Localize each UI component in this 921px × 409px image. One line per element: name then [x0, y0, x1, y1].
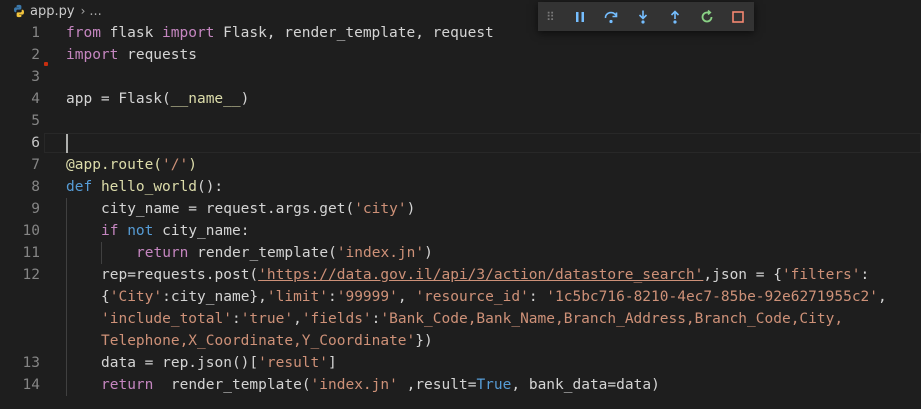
- code-line-8: def hello_world():: [66, 179, 224, 195]
- code-line-9: city_name = request.args.get('city'): [101, 201, 416, 217]
- current-line-highlight: [44, 133, 921, 153]
- code-line-1: from flask import Flask, render_template…: [66, 25, 494, 41]
- code-line-12-wrap-2: 'include_total':'true','fields':'Bank_Co…: [101, 311, 844, 327]
- python-file-icon: [12, 4, 26, 18]
- line-number-active: 6: [31, 135, 40, 151]
- breadcrumb-symbols[interactable]: ...: [89, 4, 101, 19]
- code-line-11: return render_template('index.jn'): [136, 245, 433, 261]
- code-line-12-wrap-1: {'City':city_name},'limit':'99999', 'res…: [101, 289, 887, 305]
- code-line-7: @app.route('/'): [66, 157, 197, 173]
- breadcrumb: app.py › ...: [0, 0, 921, 22]
- code-line-4: app = Flask(__name__): [66, 91, 250, 107]
- code-line-12-wrap-3: Telephone,X_Coordinate,Y_Coordinate'}): [101, 333, 433, 349]
- code-line-12: rep=requests.post('https://data.gov.il/a…: [101, 267, 870, 283]
- line-number: 5: [31, 113, 40, 129]
- url-link[interactable]: 'https://data.gov.il/api/3/action/datast…: [258, 267, 703, 283]
- code-line-2: import requests: [66, 47, 197, 63]
- code-line-10: if not city_name:: [101, 223, 250, 239]
- chevron-right-icon: ›: [80, 4, 86, 18]
- text-cursor: [66, 134, 68, 153]
- line-number: 3: [31, 69, 40, 85]
- code-line-13: data = rep.json()['result']: [101, 355, 337, 371]
- breadcrumb-file[interactable]: app.py: [30, 4, 75, 19]
- code-line-14: return render_template('index.jn' ,resul…: [101, 377, 660, 393]
